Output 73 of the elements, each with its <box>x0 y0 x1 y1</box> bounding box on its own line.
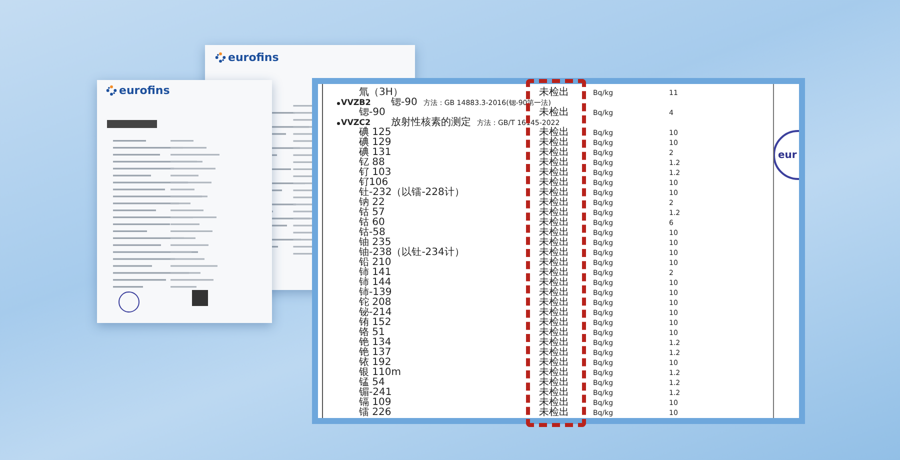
result-text: 未检出 <box>538 288 570 298</box>
nuclide-name: 铯 134 <box>358 338 392 348</box>
logo-text: eurofins <box>228 51 279 64</box>
nuclide-name: 铱 192 <box>358 358 392 368</box>
nuclide-name: 碘 125 <box>358 128 392 138</box>
nuclide-name: 钍-232（以镭-228计） <box>358 188 466 198</box>
result-text: 未检出 <box>538 398 570 408</box>
nuclide-name: 镭 226 <box>358 408 392 418</box>
result-text: 未检出 <box>538 358 570 368</box>
result-text: 未检出 <box>538 338 570 348</box>
result-text: 未检出 <box>538 328 570 338</box>
nuclide-name: 铈 141 <box>358 268 392 278</box>
nuclide-name: 铋-214 <box>358 308 393 318</box>
result-text: 未检出 <box>538 168 570 178</box>
nuclide-name: 碘 131 <box>358 148 392 158</box>
nuclide-name: 铊 208 <box>358 298 392 308</box>
nuclide-name: 铬 51 <box>358 328 385 338</box>
result-text: 未检出 <box>538 408 570 418</box>
nuclide-name: 镉 109 <box>358 398 392 408</box>
nuclide-name: 镅-241 <box>358 388 393 398</box>
bullet-icon <box>337 102 340 104</box>
nuclide-name: 钴-58 <box>358 228 386 238</box>
result-text: 未检出 <box>538 278 570 288</box>
nuclide-name: 锰 54 <box>358 378 385 388</box>
item-code: VVZB2 <box>341 98 372 107</box>
nuclide-name: 铯 137 <box>358 348 392 358</box>
result-text: 未检出 <box>538 158 570 168</box>
result-text: 未检出 <box>538 108 570 118</box>
nuclide-name: 铕 152 <box>358 318 392 328</box>
result-text: 未检出 <box>538 298 570 308</box>
nuclide-name: 碘 129 <box>358 138 392 148</box>
nuclide-name: 氚（3H） <box>358 88 403 98</box>
nuclide-name: 锶-90 <box>358 108 386 118</box>
flower-logo-icon <box>215 52 226 63</box>
result-text: 未检出 <box>538 148 570 158</box>
result-text: 未检出 <box>538 268 570 278</box>
result-text: 未检出 <box>538 218 570 228</box>
result-text: 未检出 <box>538 138 570 148</box>
result-text: 未检出 <box>538 318 570 328</box>
result-text: 未检出 <box>538 128 570 138</box>
result-text: 未检出 <box>538 308 570 318</box>
nuclide-name: 钠 22 <box>358 198 386 208</box>
bullet-icon <box>337 122 340 124</box>
flower-logo-icon <box>106 85 117 96</box>
nuclide-name: 铈 144 <box>358 278 392 288</box>
result-text: 未检出 <box>538 208 570 218</box>
result-text: 未检出 <box>538 238 570 248</box>
result-text: 未检出 <box>538 348 570 358</box>
logo-text: eurofins <box>119 84 170 97</box>
result-text: 未检出 <box>538 198 570 208</box>
result-text: 未检出 <box>538 88 570 98</box>
result-text: 未检出 <box>538 178 570 188</box>
result-text: 未检出 <box>538 228 570 238</box>
nuclide-name: 铅 210 <box>358 258 392 268</box>
result-text: 未检出 <box>538 388 570 398</box>
nuclide-name: 铀 235 <box>358 238 392 248</box>
nuclide-name: 钴 60 <box>358 218 386 228</box>
result-text: 未检出 <box>538 258 570 268</box>
test-name: 锶-90 <box>391 98 418 108</box>
result-text: 未检出 <box>538 248 570 258</box>
nuclide-name: 银 110m <box>358 368 402 378</box>
result-text: 未检出 <box>538 188 570 198</box>
stamp-text: eur <box>778 150 797 160</box>
nuclide-name: 钌106 <box>358 178 388 188</box>
test-name: 放射性核素的测定 <box>391 118 471 128</box>
nuclide-name: 钴 57 <box>358 208 386 218</box>
result-text: 未检出 <box>538 378 570 388</box>
nuclide-name: 铀-238（以钍-234计） <box>358 248 466 258</box>
nuclide-name: 钇 88 <box>358 158 385 168</box>
result-text: 未检出 <box>538 368 570 378</box>
nuclide-name: 铈-139 <box>358 288 393 298</box>
nuclide-name: 钌 103 <box>358 168 392 178</box>
item-code: VVZC2 <box>341 118 372 127</box>
